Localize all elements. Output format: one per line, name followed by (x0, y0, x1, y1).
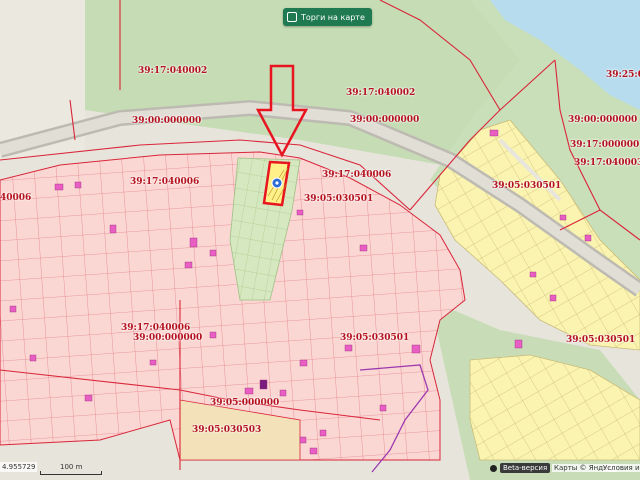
cadastral-label: 39:17:040003 (574, 158, 640, 168)
coordinates-readout: 4.955729 (0, 462, 38, 472)
scale-label: 100 m (60, 463, 83, 471)
checkbox-icon[interactable] (287, 12, 297, 22)
cadastral-label: 39:00:000000 (133, 333, 203, 343)
cadastral-label: 39:05:030501 (340, 333, 410, 343)
cadastral-label: 39:17:040002 (346, 88, 416, 98)
info-dot-icon (490, 464, 497, 472)
cadastral-label: 39:05:030501 (304, 194, 374, 204)
cadastral-label: 39:05:030501 (492, 181, 562, 191)
cadastral-label: 40006 (0, 193, 32, 203)
cadastral-label: 39:05:030503 (192, 425, 262, 435)
scale-bar (40, 471, 102, 475)
torgi-map-label: Торги на карте (301, 12, 365, 22)
cadastral-label: 39:25:01 (606, 70, 640, 80)
terms-link[interactable]: Условия использования (603, 464, 640, 472)
cadastral-label: 39:17:040006 (130, 177, 200, 187)
cadastral-label: 39:00:000000 (568, 115, 638, 125)
cadastral-label: 39:00:000000 (350, 115, 420, 125)
beta-badge[interactable]: Beta-версия (490, 462, 551, 474)
torgi-map-button[interactable]: Торги на карте (283, 8, 372, 26)
cadastral-label: 39:17:040002 (138, 66, 208, 76)
cadastral-map[interactable] (0, 0, 640, 480)
cadastral-label: 39:17:040006 (322, 170, 392, 180)
beta-label: Beta-версия (500, 463, 551, 473)
cadastral-label: 39:17:040006 (121, 323, 191, 333)
cadastral-label: 39:17:000000 (570, 140, 640, 150)
cadastral-label: 39:05:000000 (210, 398, 280, 408)
cadastral-label: 39:05:030501 (566, 335, 636, 345)
cadastral-label: 39:00:000000 (132, 116, 202, 126)
location-pin-icon (271, 177, 283, 189)
